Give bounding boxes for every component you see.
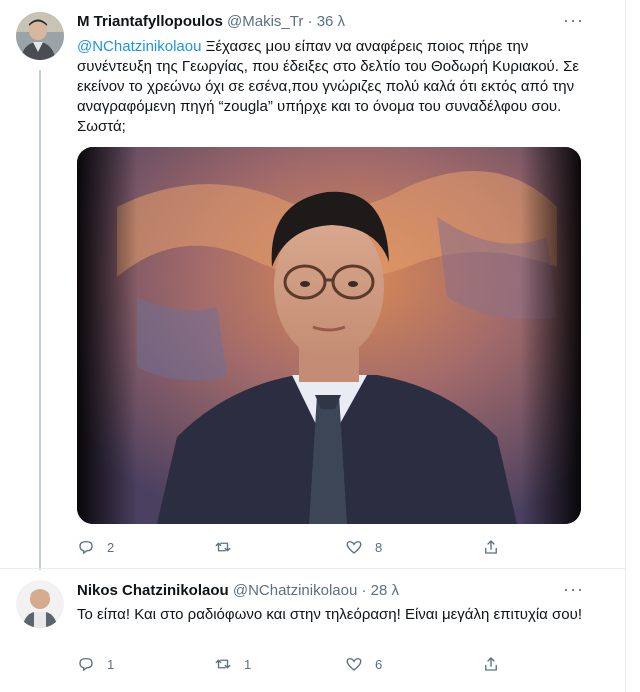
more-options-icon[interactable]: ···	[563, 10, 584, 31]
timestamp[interactable]: 36 λ	[317, 13, 345, 30]
person-avatar-icon	[16, 12, 64, 60]
author-handle[interactable]: @NChatzinikolaou	[233, 582, 357, 599]
separator-dot: ·	[361, 582, 367, 599]
tweet-actions: 1 1 6	[77, 655, 517, 677]
tweet-actions: 2 8	[77, 538, 517, 560]
reply-icon	[79, 541, 93, 555]
more-options-icon[interactable]: ···	[563, 579, 584, 600]
like-button[interactable]: 6	[345, 655, 382, 673]
author-handle[interactable]: @Makis_Tr	[227, 13, 303, 30]
tweet-media-image[interactable]	[77, 147, 581, 524]
reply-count: 2	[107, 539, 115, 555]
like-count: 6	[375, 656, 383, 672]
heart-icon	[346, 541, 362, 554]
like-count: 8	[375, 539, 383, 555]
retweet-count: 1	[244, 656, 252, 672]
tweet-makis[interactable]: M Triantafyllopoulos @Makis_Tr · 36 λ ··…	[0, 0, 625, 575]
share-button[interactable]	[482, 655, 500, 673]
thread-connector-line	[39, 70, 41, 570]
retweet-icon	[215, 542, 231, 552]
reply-count: 1	[107, 656, 115, 672]
person-avatar-icon	[16, 580, 64, 628]
heart-icon	[346, 658, 362, 671]
column-border	[625, 0, 626, 692]
tweet-body: Το είπα! Και στο ραδιόφωνο και στην τηλε…	[77, 606, 582, 623]
tweet-text: @NChatzinikolaou Ξέχασες μου είπαν να αν…	[77, 37, 597, 137]
mention-link[interactable]: @NChatzinikolaou	[77, 38, 201, 55]
retweet-icon	[215, 659, 231, 669]
like-button[interactable]: 8	[345, 538, 382, 556]
retweet-button[interactable]	[214, 538, 244, 556]
retweet-button[interactable]: 1	[214, 655, 251, 673]
separator-dot: ·	[307, 13, 313, 30]
avatar[interactable]	[16, 580, 64, 628]
avatar[interactable]	[16, 12, 64, 60]
reply-button[interactable]: 1	[77, 655, 114, 673]
share-icon	[485, 657, 497, 671]
tweet-nikos[interactable]: Nikos Chatzinikolaou @NChatzinikolaou · …	[0, 569, 625, 692]
timestamp[interactable]: 28 λ	[371, 582, 399, 599]
share-icon	[485, 540, 497, 554]
share-button[interactable]	[482, 538, 500, 556]
author-name[interactable]: Nikos Chatzinikolaou	[77, 582, 229, 599]
news-anchor-photo	[77, 147, 581, 524]
author-name[interactable]: M Triantafyllopoulos	[77, 13, 223, 30]
tweet-header: Nikos Chatzinikolaou @NChatzinikolaou · …	[77, 582, 399, 599]
reply-button[interactable]: 2	[77, 538, 114, 556]
tweet-header: M Triantafyllopoulos @Makis_Tr · 36 λ	[77, 13, 345, 30]
reply-icon	[79, 658, 93, 672]
